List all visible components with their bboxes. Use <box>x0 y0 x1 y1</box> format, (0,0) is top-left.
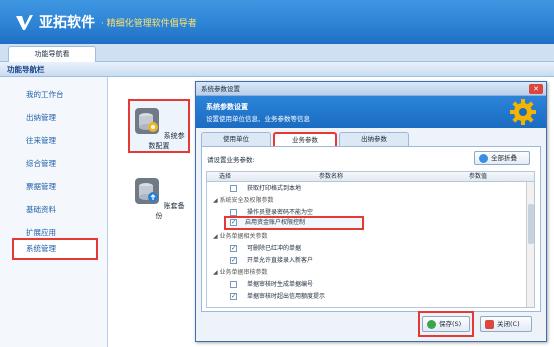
row-checkbox[interactable] <box>230 243 237 254</box>
app-logo-text: 亚拓软件 <box>39 15 95 31</box>
dialog-title: 系统参数设置 <box>201 85 240 93</box>
close-label: 关闭(C) <box>497 320 520 328</box>
gear-icon <box>510 99 536 125</box>
row-label: 单据审核时超出信用额度提示 <box>247 293 326 300</box>
group-label: ◢ 业务单据相关参数 <box>213 233 268 240</box>
account-backup-label: 账套备份 <box>155 202 185 220</box>
app-banner: 亚拓软件 · 精细化管理软件倡导者 <box>0 0 554 44</box>
tab-cashier-params[interactable]: 出纳参数 <box>339 132 409 146</box>
brand-logo-icon <box>16 15 33 30</box>
table-row[interactable]: 获取打印格式到本地 <box>207 183 527 194</box>
highlight-box <box>224 216 364 230</box>
system-params-shortcut[interactable]: 系统参数配置 <box>128 99 190 153</box>
group-row-documents[interactable]: ◢ 业务单据相关参数 <box>207 231 527 242</box>
params-prompt: 请设置业务参数: <box>207 156 255 164</box>
collapse-all-label: 全部折叠 <box>491 154 517 162</box>
sidebar-item-workbench[interactable]: 我的工作台 <box>26 89 64 100</box>
row-checkbox[interactable] <box>230 209 237 216</box>
save-button[interactable]: 保存(S) <box>422 316 470 332</box>
sidebar-item-general[interactable]: 综合管理 <box>26 158 56 169</box>
sidebar-item-extensions[interactable]: 扩展应用 <box>26 227 56 238</box>
column-name: 参数名称 <box>319 173 344 180</box>
grid-header: 选择 参数名称 参数值 <box>207 172 534 182</box>
params-grid: 选择 参数名称 参数值 获取打印格式到本地 ◢ 系统安全及权限参数 操作员登录密… <box>206 171 535 308</box>
collapse-all-button[interactable]: 全部折叠 <box>474 151 530 165</box>
check-icon <box>427 320 436 329</box>
row-label: 单据审核时生成单据编号 <box>247 281 314 288</box>
close-icon <box>485 320 494 329</box>
close-icon[interactable]: ✕ <box>529 84 543 94</box>
app-slogan: · 精细化管理软件倡导者 <box>101 18 197 29</box>
group-row-security[interactable]: ◢ 系统安全及权限参数 <box>207 195 527 206</box>
table-row[interactable]: 开单允许直接录入新客户 <box>207 255 527 266</box>
scrollbar-thumb[interactable] <box>528 204 534 244</box>
table-row[interactable]: 单据审核时超出信用额度提示 <box>207 291 527 302</box>
tab-function-nav[interactable]: 功能导航看 <box>8 46 96 62</box>
collapse-icon <box>479 154 488 163</box>
gear-database-icon <box>135 108 160 134</box>
sidebar-item-system[interactable]: 系统管理 <box>12 238 98 260</box>
close-button[interactable]: 关闭(C) <box>480 316 532 332</box>
tab-business-params[interactable]: 业务参数 <box>273 132 337 146</box>
dialog-header-subtitle: 设置使用单位信息、业务参数等信息 <box>206 115 310 123</box>
row-label: 获取打印格式到本地 <box>247 185 302 192</box>
database-backup-icon <box>135 178 160 204</box>
group-row-audit[interactable]: ◢ 业务单据审核参数 <box>207 267 527 278</box>
grid-scrollbar[interactable] <box>526 182 534 307</box>
table-row[interactable]: 单据审核时生成单据编号 <box>207 279 527 290</box>
dialog-header: 系统参数设置 设置使用单位信息、业务参数等信息 <box>196 96 546 128</box>
row-checkbox[interactable] <box>230 255 237 266</box>
sidebar: 我的工作台 出纳管理 往来管理 综合管理 票据管理 基础资料 扩展应用 系统管理 <box>0 77 108 347</box>
save-label: 保存(S) <box>439 320 462 328</box>
group-label: ◢ 系统安全及权限参数 <box>213 197 274 204</box>
row-label: 可删除已红冲的单据 <box>247 245 302 252</box>
row-label: 开单允许直接录入新客户 <box>247 257 314 264</box>
sidebar-item-basic-data[interactable]: 基础资料 <box>26 204 56 215</box>
system-params-dialog: 系统参数设置 ✕ 系统参数设置 设置使用单位信息、业务参数等信息 使用单位 业务… <box>195 81 547 342</box>
top-tab-bar: 功能导航看 <box>0 44 554 62</box>
row-checkbox[interactable] <box>230 281 237 288</box>
table-row[interactable]: 可删除已红冲的单据 <box>207 243 527 254</box>
tab-company[interactable]: 使用单位 <box>201 132 271 146</box>
business-params-panel: 请设置业务参数: 全部折叠 选择 参数名称 参数值 获取打印格式到本地 ◢ 系统… <box>201 146 541 312</box>
app-logo: 亚拓软件 · 精细化管理软件倡导者 <box>14 12 197 32</box>
column-value: 参数值 <box>469 173 488 180</box>
sidebar-item-accounts[interactable]: 往来管理 <box>26 135 56 146</box>
dialog-titlebar: 系统参数设置 ✕ <box>196 82 546 96</box>
dialog-header-title: 系统参数设置 <box>206 103 248 111</box>
row-checkbox[interactable] <box>230 291 237 302</box>
column-select: 选择 <box>219 173 232 180</box>
sidebar-item-bills[interactable]: 票据管理 <box>26 181 56 192</box>
account-backup-shortcut[interactable]: 账套备份 <box>130 177 188 221</box>
group-label: ◢ 业务单据审核参数 <box>213 269 268 276</box>
row-checkbox[interactable] <box>230 185 237 192</box>
sidebar-title: 功能导航栏 <box>0 62 554 77</box>
sidebar-item-cashier[interactable]: 出纳管理 <box>26 112 56 123</box>
